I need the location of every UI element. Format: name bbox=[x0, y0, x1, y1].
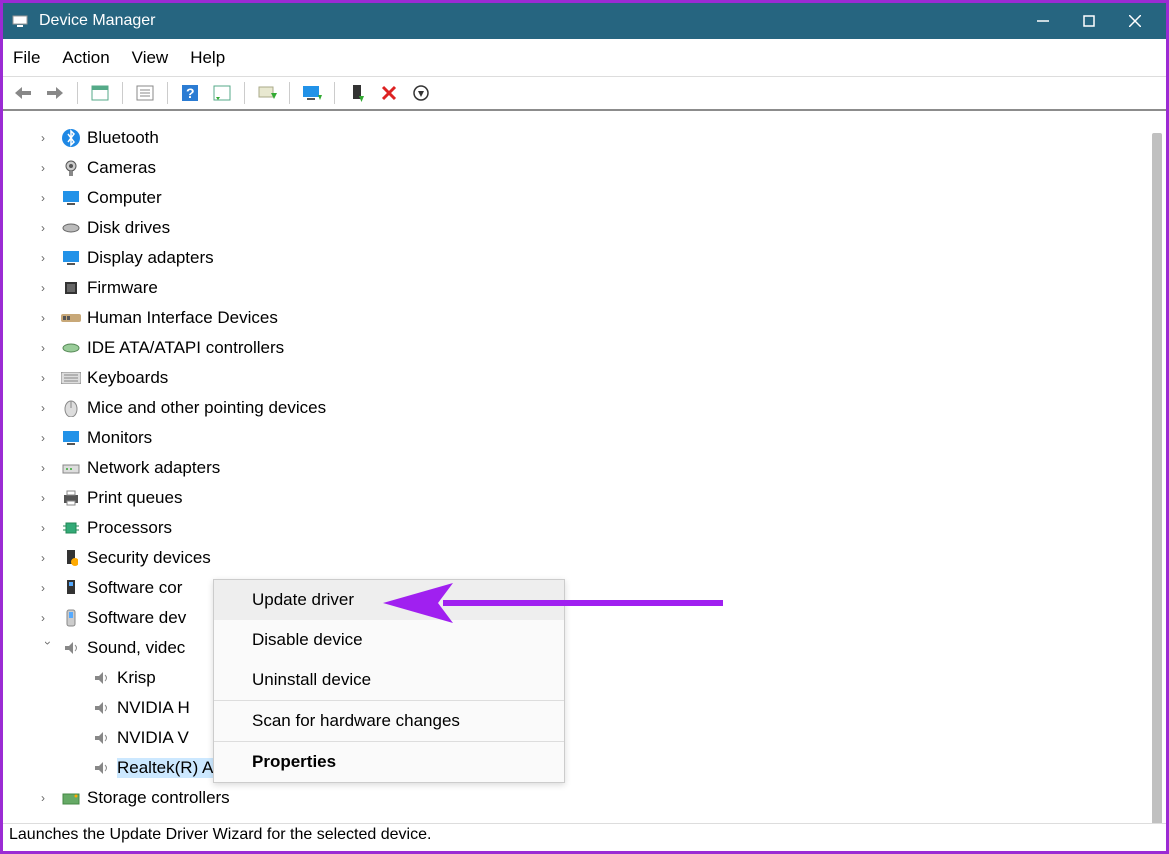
enable-device-button[interactable] bbox=[343, 80, 371, 106]
tree-item-cameras[interactable]: ›Cameras bbox=[3, 153, 1148, 183]
sound-icon bbox=[91, 668, 111, 688]
firmware-icon bbox=[61, 278, 81, 298]
status-bar: Launches the Update Driver Wizard for th… bbox=[3, 823, 1166, 851]
monitor-icon bbox=[61, 428, 81, 448]
network-icon bbox=[61, 458, 81, 478]
uninstall-device-button[interactable] bbox=[375, 80, 403, 106]
display-icon bbox=[61, 248, 81, 268]
forward-button[interactable] bbox=[41, 80, 69, 106]
context-update-driver[interactable]: Update driver bbox=[214, 580, 564, 620]
bluetooth-icon bbox=[61, 128, 81, 148]
title-bar: Device Manager bbox=[3, 3, 1166, 39]
options-button[interactable] bbox=[208, 80, 236, 106]
tree-item-network[interactable]: ›Network adapters bbox=[3, 453, 1148, 483]
printer-icon bbox=[61, 488, 81, 508]
cpu-icon bbox=[61, 518, 81, 538]
status-text: Launches the Update Driver Wizard for th… bbox=[9, 826, 431, 843]
tree-item-sound[interactable]: ›Sound, videc bbox=[3, 633, 1148, 663]
svg-text:?: ? bbox=[186, 85, 195, 101]
minimize-button[interactable] bbox=[1020, 3, 1066, 39]
device-tree[interactable]: ›Bluetooth ›Cameras ›Computer ›Disk driv… bbox=[3, 115, 1148, 819]
hid-icon bbox=[61, 308, 81, 328]
menu-action[interactable]: Action bbox=[62, 48, 109, 68]
disable-device-button[interactable] bbox=[407, 80, 435, 106]
show-hidden-button[interactable] bbox=[86, 80, 114, 106]
context-scan-hardware[interactable]: Scan for hardware changes bbox=[214, 701, 564, 741]
properties-button[interactable] bbox=[131, 80, 159, 106]
sound-icon bbox=[61, 638, 81, 658]
tree-item-print-queues[interactable]: ›Print queues bbox=[3, 483, 1148, 513]
tree-item-storage[interactable]: ›Storage controllers bbox=[3, 783, 1148, 813]
context-menu: Update driver Disable device Uninstall d… bbox=[213, 579, 565, 783]
storage-icon bbox=[61, 788, 81, 808]
camera-icon bbox=[61, 158, 81, 178]
tree-child-nvidia-h[interactable]: NVIDIA H bbox=[3, 693, 1148, 723]
tree-item-software-devices[interactable]: ›Software dev bbox=[3, 603, 1148, 633]
context-disable-device[interactable]: Disable device bbox=[214, 620, 564, 660]
tree-child-realtek-audio[interactable]: Realtek(R) Audio bbox=[3, 753, 1148, 783]
sound-icon bbox=[91, 758, 111, 778]
computer-icon bbox=[61, 188, 81, 208]
disk-icon bbox=[61, 218, 81, 238]
back-button[interactable] bbox=[9, 80, 37, 106]
tree-item-mice[interactable]: ›Mice and other pointing devices bbox=[3, 393, 1148, 423]
tree-item-software-components[interactable]: ›Software cor bbox=[3, 573, 1148, 603]
tree-item-computer[interactable]: ›Computer bbox=[3, 183, 1148, 213]
keyboard-icon bbox=[61, 368, 81, 388]
window-title: Device Manager bbox=[39, 12, 1020, 30]
security-icon bbox=[61, 548, 81, 568]
tree-item-bluetooth[interactable]: ›Bluetooth bbox=[3, 123, 1148, 153]
software-dev-icon bbox=[61, 608, 81, 628]
tree-item-disk-drives[interactable]: ›Disk drives bbox=[3, 213, 1148, 243]
software-icon bbox=[61, 578, 81, 598]
menu-file[interactable]: File bbox=[13, 48, 40, 68]
tree-item-display-adapters[interactable]: ›Display adapters bbox=[3, 243, 1148, 273]
help-button[interactable]: ? bbox=[176, 80, 204, 106]
tree-child-krisp[interactable]: Krisp bbox=[3, 663, 1148, 693]
sound-icon bbox=[91, 728, 111, 748]
context-uninstall-device[interactable]: Uninstall device bbox=[214, 660, 564, 700]
app-icon bbox=[11, 12, 29, 30]
tree-item-ide[interactable]: ›IDE ATA/ATAPI controllers bbox=[3, 333, 1148, 363]
menu-help[interactable]: Help bbox=[190, 48, 225, 68]
tree-item-firmware[interactable]: ›Firmware bbox=[3, 273, 1148, 303]
tree-item-hid[interactable]: ›Human Interface Devices bbox=[3, 303, 1148, 333]
ide-icon bbox=[61, 338, 81, 358]
menu-view[interactable]: View bbox=[132, 48, 169, 68]
scan-hardware-button[interactable] bbox=[253, 80, 281, 106]
tree-item-processors[interactable]: ›Processors bbox=[3, 513, 1148, 543]
context-properties[interactable]: Properties bbox=[214, 742, 564, 782]
menu-bar: File Action View Help bbox=[3, 39, 1166, 77]
maximize-button[interactable] bbox=[1066, 3, 1112, 39]
update-driver-button[interactable] bbox=[298, 80, 326, 106]
toolbar: ? bbox=[3, 77, 1166, 111]
tree-item-keyboards[interactable]: ›Keyboards bbox=[3, 363, 1148, 393]
tree-item-security[interactable]: ›Security devices bbox=[3, 543, 1148, 573]
vertical-scrollbar[interactable] bbox=[1152, 133, 1162, 833]
tree-item-monitors[interactable]: ›Monitors bbox=[3, 423, 1148, 453]
mouse-icon bbox=[61, 398, 81, 418]
close-button[interactable] bbox=[1112, 3, 1158, 39]
sound-icon bbox=[91, 698, 111, 718]
tree-child-nvidia-v[interactable]: NVIDIA V bbox=[3, 723, 1148, 753]
